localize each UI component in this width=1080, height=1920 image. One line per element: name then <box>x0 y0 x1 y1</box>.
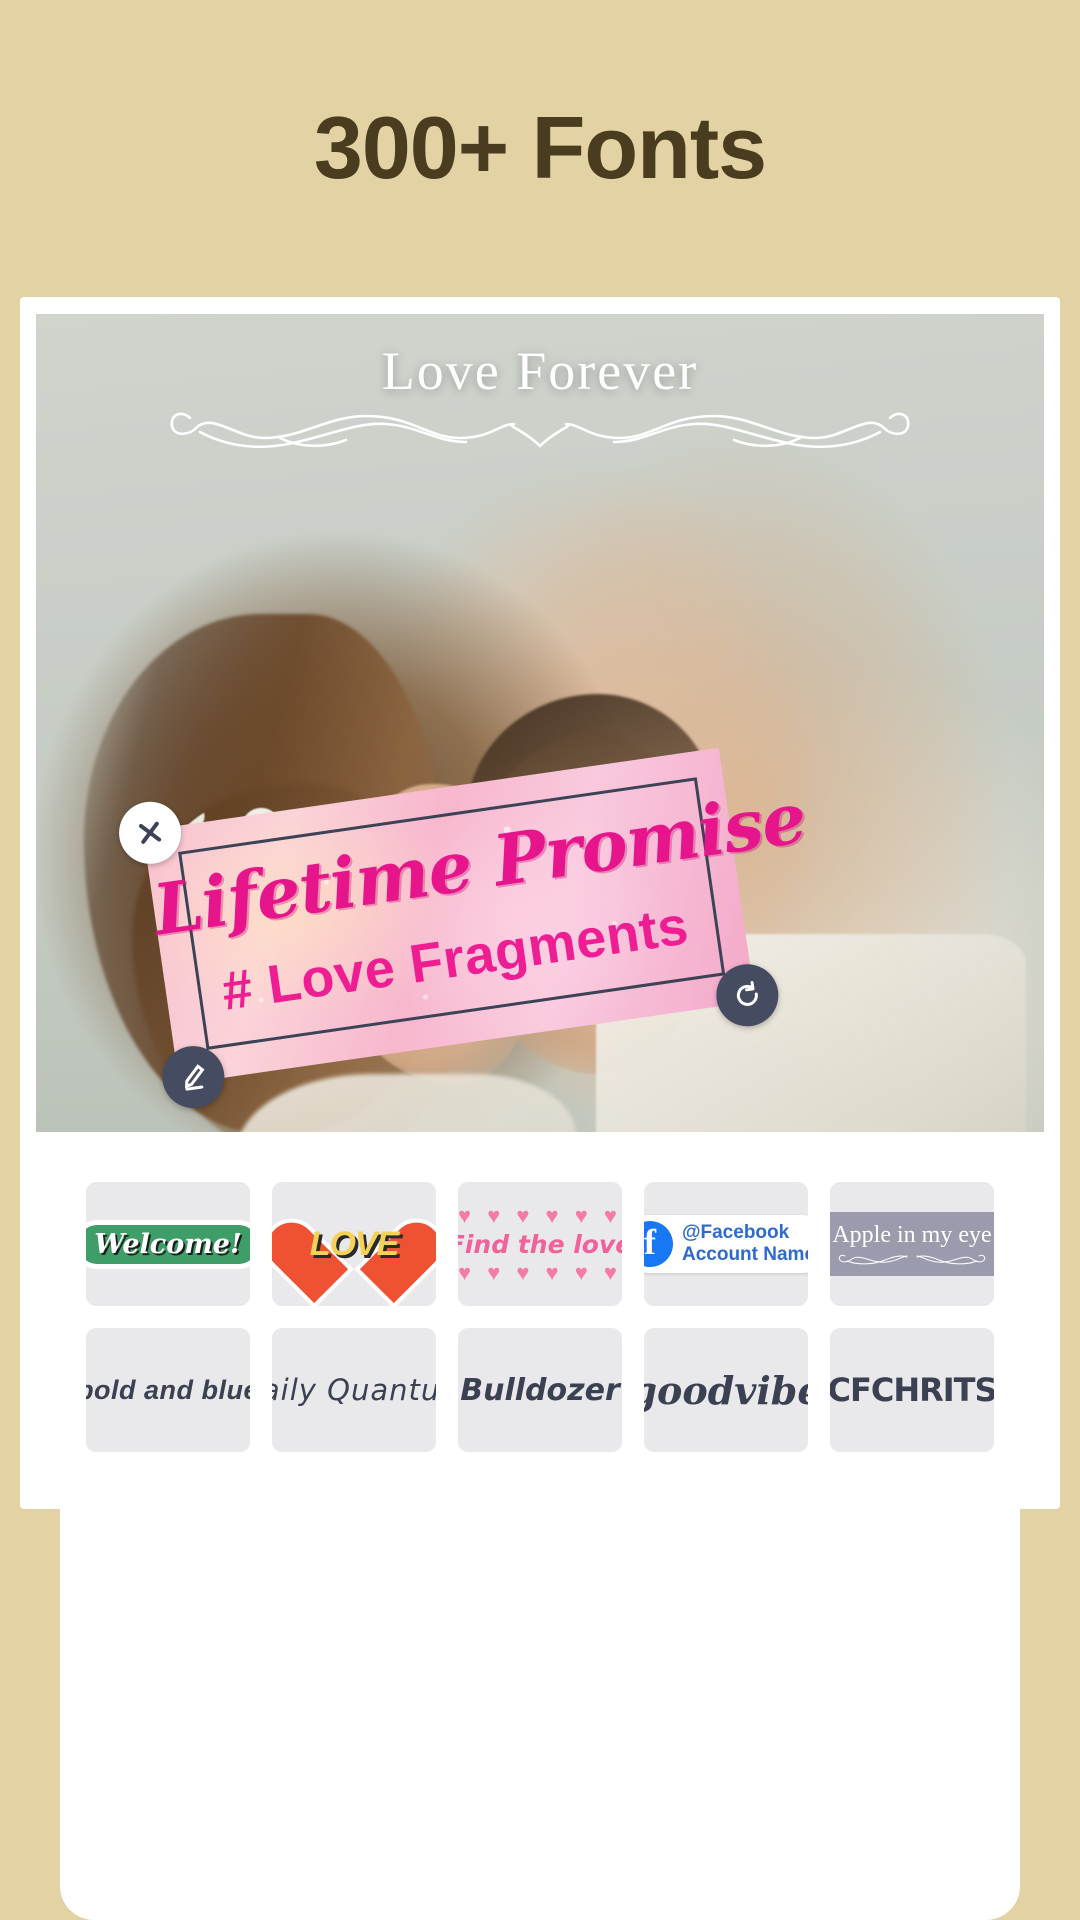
font-thumb-label-line2: Account Name <box>681 1244 808 1265</box>
font-thumb-label: bold and blue <box>86 1374 250 1405</box>
facebook-label: @Facebook Account Name <box>682 1222 808 1267</box>
rotate-icon <box>736 980 758 1006</box>
close-icon <box>139 821 162 844</box>
font-thumb-label-line1: @Facebook <box>681 1221 790 1243</box>
font-thumb-love-heart[interactable]: LOVE <box>272 1182 436 1306</box>
font-thumb-goodvibe[interactable]: goodvibe <box>644 1328 808 1452</box>
font-thumb-bold-and-blue[interactable]: bold and blue <box>86 1328 250 1452</box>
font-thumb-label: Bulldozer <box>460 1372 620 1408</box>
apple-banner: Apple in my eye <box>830 1212 994 1276</box>
facebook-icon: f <box>644 1221 673 1267</box>
font-picker-panel: Welcome! LOVE ♥ ♥ ♥ ♥ ♥ ♥ Find the love … <box>60 1140 1020 1920</box>
font-thumb-bulldozer[interactable]: Bulldozer <box>458 1328 622 1452</box>
headline-banner: 300+ Fonts <box>0 0 1080 296</box>
flourish-icon <box>838 1254 986 1264</box>
facebook-chip: f @Facebook Account Name <box>644 1215 808 1273</box>
page-title: 300+ Fonts <box>313 98 767 197</box>
font-thumb-label: CFCHRITS <box>830 1371 994 1409</box>
font-thumb-label: Daily Quantum <box>272 1373 436 1407</box>
font-thumb-welcome[interactable]: Welcome! <box>86 1182 250 1306</box>
font-thumb-daily-quantum[interactable]: Daily Quantum <box>272 1328 436 1452</box>
font-thumb-facebook-tag[interactable]: f @Facebook Account Name <box>644 1182 808 1306</box>
font-thumb-label: goodvibe <box>644 1367 808 1413</box>
font-thumbnail-grid: Welcome! LOVE ♥ ♥ ♥ ♥ ♥ ♥ Find the love … <box>86 1182 994 1452</box>
font-thumb-label: LOVE <box>309 1224 400 1263</box>
hearts-decoration: ♥ ♥ ♥ ♥ ♥ ♥ Find the love ♥ ♥ ♥ ♥ ♥ ♥ <box>458 1202 622 1285</box>
hearts-bottom-icon: ♥ ♥ ♥ ♥ ♥ ♥ <box>458 1259 622 1285</box>
font-thumb-label: Find the love <box>458 1229 622 1259</box>
font-thumb-cfchrits[interactable]: CFCHRITS <box>830 1328 994 1452</box>
photo-overlay-title: Love Forever <box>381 341 699 401</box>
font-thumb-label: Apple in my eye <box>832 1221 992 1248</box>
font-thumb-apple-banner[interactable]: Apple in my eye <box>830 1182 994 1306</box>
pencil-icon <box>184 1064 205 1091</box>
font-thumb-label: Welcome! <box>86 1219 250 1269</box>
hearts-top-icon: ♥ ♥ ♥ ♥ ♥ ♥ <box>458 1202 622 1228</box>
font-thumb-find-the-love[interactable]: ♥ ♥ ♥ ♥ ♥ ♥ Find the love ♥ ♥ ♥ ♥ ♥ ♥ <box>458 1182 622 1306</box>
heart-icon: LOVE <box>300 1195 408 1293</box>
